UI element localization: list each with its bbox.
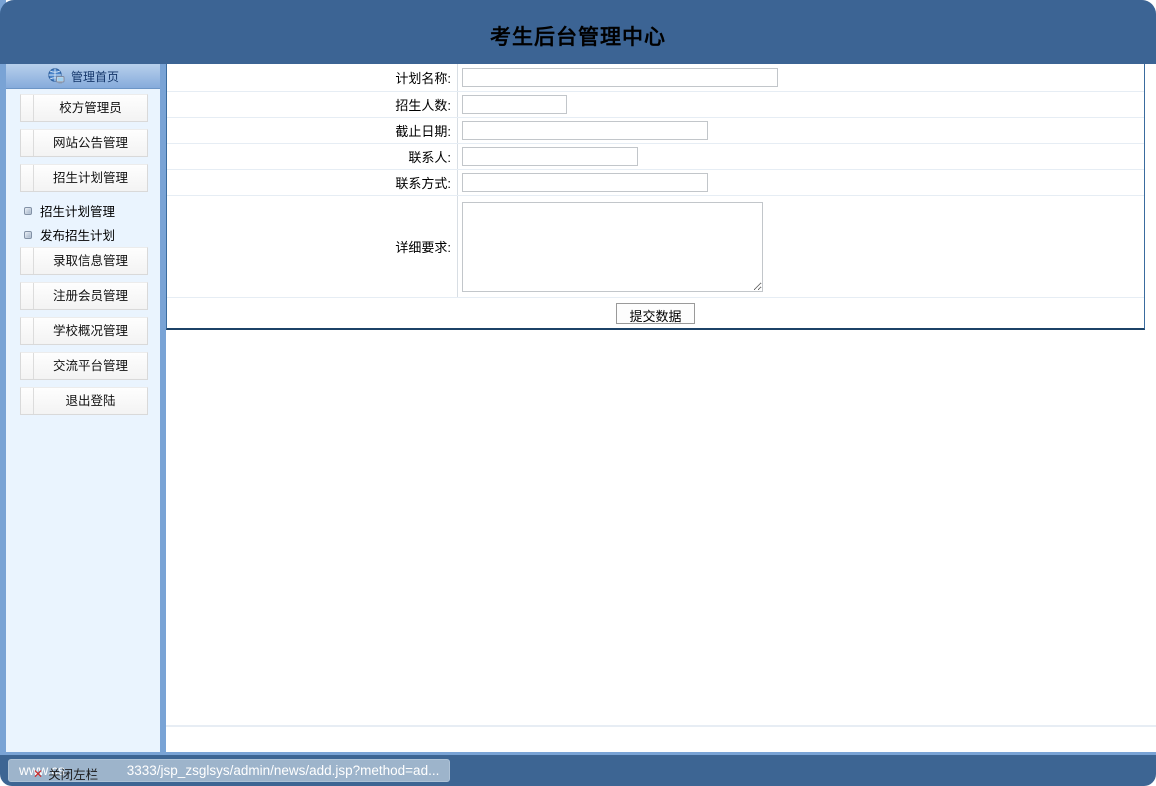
sidebar-item-label: 学校概况管理 [34,318,147,344]
sidebar-item-publish-enrollment-plan[interactable]: 发布招生计划 [16,223,160,246]
form-row: 计划名称: [167,64,1144,92]
field-cell [458,173,1144,192]
sidebar-item-logout[interactable]: 退出登陆 [20,387,148,415]
menu-button-strip [21,95,34,121]
field-cell [458,121,1144,140]
footer-bar: www.cs 3333/jsp_zsglsys/admin/news/add.j… [0,752,1156,786]
sidebar-item-label: 网站公告管理 [34,130,147,156]
sidebar-item-label: 注册会员管理 [34,283,147,309]
sidebar-item-enrollment-plan-manage[interactable]: 招生计划管理 [20,164,148,192]
menu-button-strip [21,248,34,274]
enrollment-count-label: 招生人数: [167,92,458,117]
deadline-label: 截止日期: [167,118,458,143]
sidebar-home-label: 管理首页 [71,68,119,85]
close-left-panel-label: 关闭左栏 [48,764,98,783]
contact-person-input[interactable] [462,147,638,166]
form-row: 联系方式: [167,170,1144,196]
status-url-suffix: 3333/jsp_zsglsys/admin/news/add.jsp?meth… [127,763,440,778]
sidebar-subitem-label: 招生计划管理 [40,201,115,220]
contact-method-label: 联系方式: [167,170,458,195]
sidebar-item-label: 招生计划管理 [34,165,147,191]
enrollment-count-input[interactable] [462,95,567,114]
form-row: 招生人数: [167,92,1144,118]
sidebar: 管理首页 校方管理员网站公告管理招生计划管理招生计划管理发布招生计划录取信息管理… [6,64,160,752]
main-bottom-separator [166,725,1156,727]
app-header: 考生后台管理中心 [0,0,1156,64]
submit-row: 提交数据 [167,298,1144,328]
menu-button-strip [21,283,34,309]
form-panel: 计划名称:招生人数:截止日期:联系人:联系方式:详细要求: 提交数据 [166,64,1145,330]
field-cell [458,147,1144,166]
sidebar-item-enrollment-plan-submenu[interactable]: 招生计划管理 [16,199,160,222]
bullet-icon [24,231,32,239]
menu-button-strip [21,130,34,156]
contact-method-input[interactable] [462,173,708,192]
field-cell [458,202,1144,292]
globe-computer-icon [47,68,65,84]
menu-button-strip [21,318,34,344]
sidebar-item-communication-platform[interactable]: 交流平台管理 [20,352,148,380]
form-row: 联系人: [167,144,1144,170]
detail-requirements-input[interactable] [462,202,763,292]
form-row: 详细要求: [167,196,1144,298]
field-cell [458,68,1144,87]
menu-button-strip [21,165,34,191]
sidebar-menu: 校方管理员网站公告管理招生计划管理招生计划管理发布招生计划录取信息管理注册会员管… [6,89,160,415]
sidebar-item-label: 退出登陆 [34,388,147,414]
sidebar-item-site-notice-manage[interactable]: 网站公告管理 [20,129,148,157]
form-row: 截止日期: [167,118,1144,144]
sidebar-item-label: 交流平台管理 [34,353,147,379]
sidebar-subitem-label: 发布招生计划 [40,225,115,244]
menu-button-strip [21,388,34,414]
page-title: 考生后台管理中心 [490,21,666,51]
plan-name-label: 计划名称: [167,64,458,91]
page: { "header": { "title": "考生后台管理中心" }, "si… [0,0,1156,786]
deadline-input[interactable] [462,121,708,140]
sidebar-item-label: 校方管理员 [34,95,147,121]
form-rows: 计划名称:招生人数:截止日期:联系人:联系方式:详细要求: [167,64,1144,298]
menu-button-strip [21,353,34,379]
plan-name-input[interactable] [462,68,778,87]
close-left-panel-link[interactable]: ✕ 关闭左栏 [33,764,98,783]
sidebar-item-admission-info-manage[interactable]: 录取信息管理 [20,247,148,275]
sidebar-item-member-manage[interactable]: 注册会员管理 [20,282,148,310]
sidebar-item-school-admin[interactable]: 校方管理员 [20,94,148,122]
bullet-icon [24,207,32,215]
main-content: 计划名称:招生人数:截止日期:联系人:联系方式:详细要求: 提交数据 [166,64,1156,752]
sidebar-item-label: 录取信息管理 [34,248,147,274]
sidebar-item-school-profile-manage[interactable]: 学校概况管理 [20,317,148,345]
close-icon: ✕ [33,768,43,780]
detail-requirements-label: 详细要求: [167,196,458,297]
field-cell [458,95,1144,114]
submit-button[interactable]: 提交数据 [616,303,694,324]
sidebar-home-link[interactable]: 管理首页 [6,64,160,89]
contact-person-label: 联系人: [167,144,458,169]
